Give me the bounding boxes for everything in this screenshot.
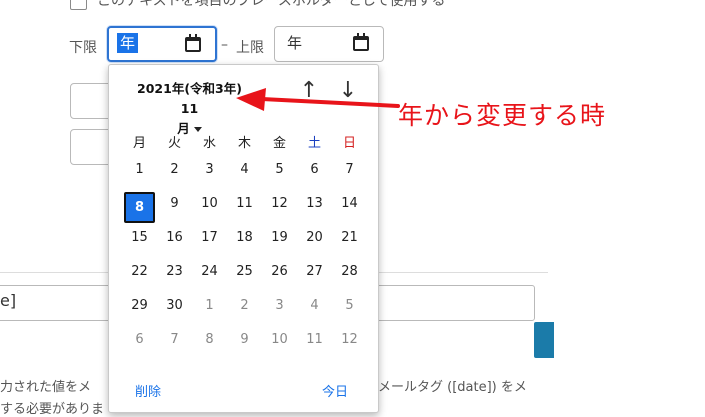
insert-button[interactable] — [534, 322, 554, 358]
weekday-header: 火 — [167, 136, 181, 151]
note-text-right: メールタグ ([date]) をメ — [378, 380, 527, 395]
calendar-day[interactable]: 1 — [192, 291, 227, 321]
calendar-day[interactable]: 9 — [227, 325, 262, 355]
weekday-header: 日 — [342, 136, 356, 151]
calendar-day[interactable]: 17 — [192, 223, 227, 253]
calendar-day[interactable]: 3 — [262, 291, 297, 321]
calendar-day[interactable]: 20 — [297, 223, 332, 253]
lower-limit-label: 下限 — [69, 40, 97, 56]
calendar-day[interactable]: 24 — [192, 257, 227, 287]
range-separator: – — [221, 37, 228, 53]
year-segment[interactable]: 年 — [284, 33, 305, 53]
placeholder-checkbox-label: このテキストを項目のプレースホルダーとして使用する — [97, 0, 446, 9]
calendar-day[interactable]: 3 — [192, 155, 227, 185]
calendar-day[interactable]: 18 — [227, 223, 262, 253]
calendar-day[interactable]: 6 — [297, 155, 332, 185]
lower-limit-date-input[interactable]: 年 — [107, 26, 217, 62]
calendar-day[interactable]: 13 — [297, 189, 332, 219]
mail-tag-field-text: e] — [0, 291, 17, 310]
calendar-day[interactable]: 29 — [122, 291, 157, 321]
calendar-day[interactable]: 10 — [262, 325, 297, 355]
calendar-day[interactable]: 30 — [157, 291, 192, 321]
today-button[interactable]: 今日 — [322, 381, 348, 400]
calendar-day[interactable]: 7 — [157, 325, 192, 355]
upper-limit-label: 上限 — [236, 40, 264, 56]
annotation-arrow — [236, 88, 400, 111]
weekday-header: 水 — [202, 136, 216, 151]
calendar-day[interactable]: 12 — [262, 189, 297, 219]
calendar-day[interactable]: 21 — [332, 223, 367, 253]
year-segment[interactable]: 年 — [117, 33, 139, 53]
calendar-day[interactable]: 12 — [332, 325, 367, 355]
weekday-header: 木 — [237, 136, 251, 151]
calendar-icon[interactable] — [185, 34, 201, 52]
weekday-header: 土 — [307, 136, 321, 151]
calendar-day[interactable]: 9 — [157, 189, 192, 219]
calendar-day[interactable]: 23 — [157, 257, 192, 287]
placeholder-checkbox[interactable] — [70, 0, 87, 10]
calendar-day[interactable]: 10 — [192, 189, 227, 219]
calendar-day[interactable]: 6 — [122, 325, 157, 355]
upper-limit-date-input[interactable]: 年 — [274, 26, 384, 62]
calendar-day[interactable]: 4 — [297, 291, 332, 321]
clear-button[interactable]: 削除 — [135, 381, 161, 400]
calendar-icon[interactable] — [353, 33, 369, 51]
calendar-day[interactable]: 22 — [122, 257, 157, 287]
calendar-day[interactable]: 7 — [332, 155, 367, 185]
calendar-day[interactable]: 8 — [192, 325, 227, 355]
calendar-day[interactable]: 11 — [227, 189, 262, 219]
calendar-day[interactable]: 4 — [227, 155, 262, 185]
calendar-day[interactable]: 25 — [227, 257, 262, 287]
calendar-day[interactable]: 11 — [297, 325, 332, 355]
calendar-day[interactable]: 26 — [262, 257, 297, 287]
calendar-day[interactable]: 5 — [262, 155, 297, 185]
calendar-day[interactable]: 28 — [332, 257, 367, 287]
calendar-day[interactable]: 14 — [332, 189, 367, 219]
note-text-line2: する必要がありま — [0, 402, 105, 417]
calendar-day[interactable]: 15 — [122, 223, 157, 253]
weekday-header: 月 — [132, 136, 146, 151]
annotation-text: 年から変更する時 — [398, 101, 607, 130]
calendar-day[interactable]: 27 — [297, 257, 332, 287]
calendar-day[interactable]: 16 — [157, 223, 192, 253]
calendar-day[interactable]: 5 — [332, 291, 367, 321]
calendar-day[interactable]: 19 — [262, 223, 297, 253]
calendar-day[interactable]: 1 — [122, 155, 157, 185]
calendar-day[interactable]: 2 — [227, 291, 262, 321]
calendar-day[interactable]: 2 — [157, 155, 192, 185]
weekday-header: 金 — [272, 136, 286, 151]
calendar-day-selected[interactable]: 8 — [124, 192, 155, 223]
note-text-left: 力された値をメ — [0, 380, 92, 395]
